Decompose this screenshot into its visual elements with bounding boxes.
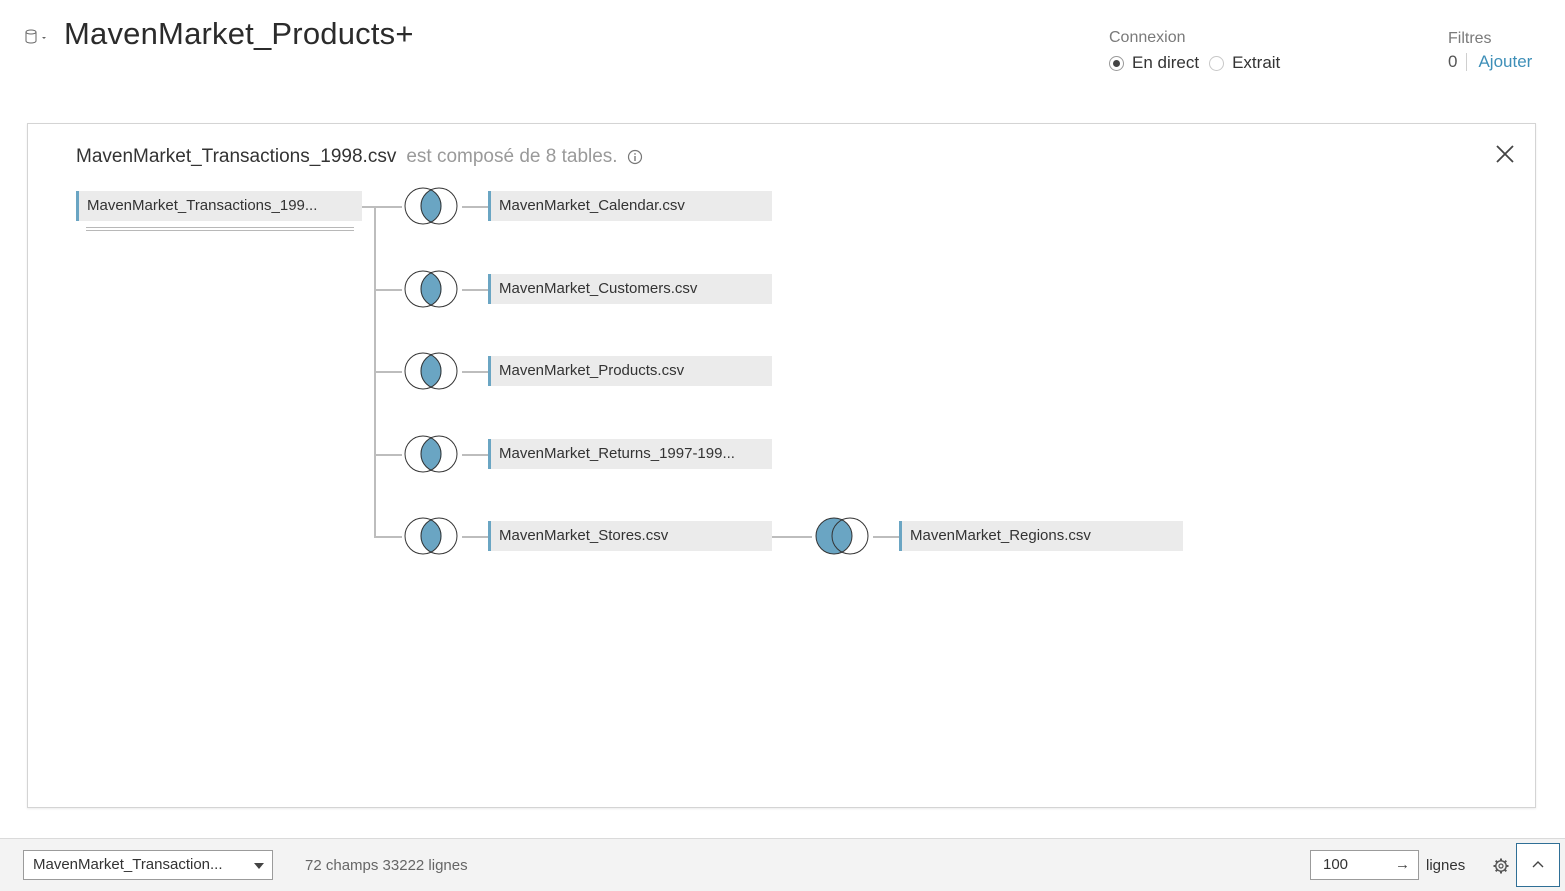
root-table-underline — [86, 227, 354, 228]
panel-table-name: MavenMarket_Transactions_1998.csv — [76, 146, 397, 167]
table-products[interactable]: MavenMarket_Products.csv — [488, 356, 772, 386]
connector-line — [462, 289, 488, 291]
connector-line — [374, 454, 402, 456]
connector-line — [462, 371, 488, 373]
connection-live-option[interactable]: En direct — [1109, 53, 1199, 73]
radio-live[interactable] — [1109, 55, 1124, 71]
table-returns[interactable]: MavenMarket_Returns_1997-199... — [488, 439, 772, 469]
root-table-underline-2 — [86, 230, 354, 231]
table-regions[interactable]: MavenMarket_Regions.csv — [899, 521, 1183, 551]
filters-label: Filtres — [1448, 30, 1492, 47]
filters-row: 0 Ajouter — [1448, 52, 1532, 72]
close-icon[interactable] — [1495, 144, 1515, 164]
join-details-panel: MavenMarket_Transactions_1998.csv est co… — [27, 123, 1536, 808]
filters-count: 0 — [1448, 52, 1458, 71]
connector-line — [362, 206, 402, 208]
info-icon[interactable] — [627, 149, 643, 165]
inner-join-icon[interactable] — [399, 269, 463, 309]
inner-join-icon[interactable] — [399, 516, 463, 556]
connection-extract-option[interactable]: Extrait — [1209, 53, 1280, 73]
table-stats: 72 champs 33222 lignes — [305, 857, 468, 874]
datasource-title[interactable]: MavenMarket_Products+ — [64, 16, 414, 52]
connector-line — [462, 206, 488, 208]
collapse-button[interactable] — [1516, 843, 1560, 887]
datasource-icon[interactable] — [24, 28, 52, 46]
chevron-down-icon — [254, 863, 264, 869]
table-calendar[interactable]: MavenMarket_Calendar.csv — [488, 191, 772, 221]
rows-label: lignes — [1426, 857, 1466, 874]
gear-icon[interactable] — [1492, 857, 1510, 875]
chevron-up-icon — [1532, 861, 1544, 868]
inner-join-icon[interactable] — [399, 351, 463, 391]
radio-extract[interactable] — [1209, 55, 1225, 71]
inner-join-icon[interactable] — [399, 434, 463, 474]
connector-line — [374, 536, 402, 538]
table-selector[interactable]: MavenMarket_Transaction... — [23, 850, 273, 880]
connection-extract-label: Extrait — [1232, 53, 1281, 72]
connector-line — [873, 536, 899, 538]
table-customers[interactable]: MavenMarket_Customers.csv — [488, 274, 772, 304]
add-filter-link[interactable]: Ajouter — [1478, 52, 1532, 72]
arrow-right-icon[interactable]: → — [1395, 851, 1410, 879]
connector-line — [772, 536, 812, 538]
connection-options: En direct Extrait — [1109, 53, 1290, 73]
inner-join-icon[interactable] — [399, 186, 463, 226]
connection-live-label: En direct — [1132, 53, 1200, 72]
connector-line — [462, 454, 488, 456]
table-stores[interactable]: MavenMarket_Stores.csv — [488, 521, 772, 551]
rows-input-value: 100 — [1323, 856, 1349, 873]
connection-label: Connexion — [1109, 29, 1186, 46]
filters-divider — [1466, 53, 1468, 71]
left-join-icon[interactable] — [810, 516, 874, 556]
panel-title: MavenMarket_Transactions_1998.csv est co… — [76, 146, 643, 168]
table-selector-value: MavenMarket_Transaction... — [33, 856, 223, 873]
panel-description: est composé de 8 tables. — [406, 146, 618, 167]
connector-line — [374, 371, 402, 373]
bottom-bar: MavenMarket_Transaction... 72 champs 332… — [0, 838, 1565, 891]
root-table[interactable]: MavenMarket_Transactions_199... — [76, 191, 362, 221]
rows-input[interactable]: 100 → — [1310, 850, 1419, 880]
connector-line — [462, 536, 488, 538]
connector-line — [374, 289, 402, 291]
